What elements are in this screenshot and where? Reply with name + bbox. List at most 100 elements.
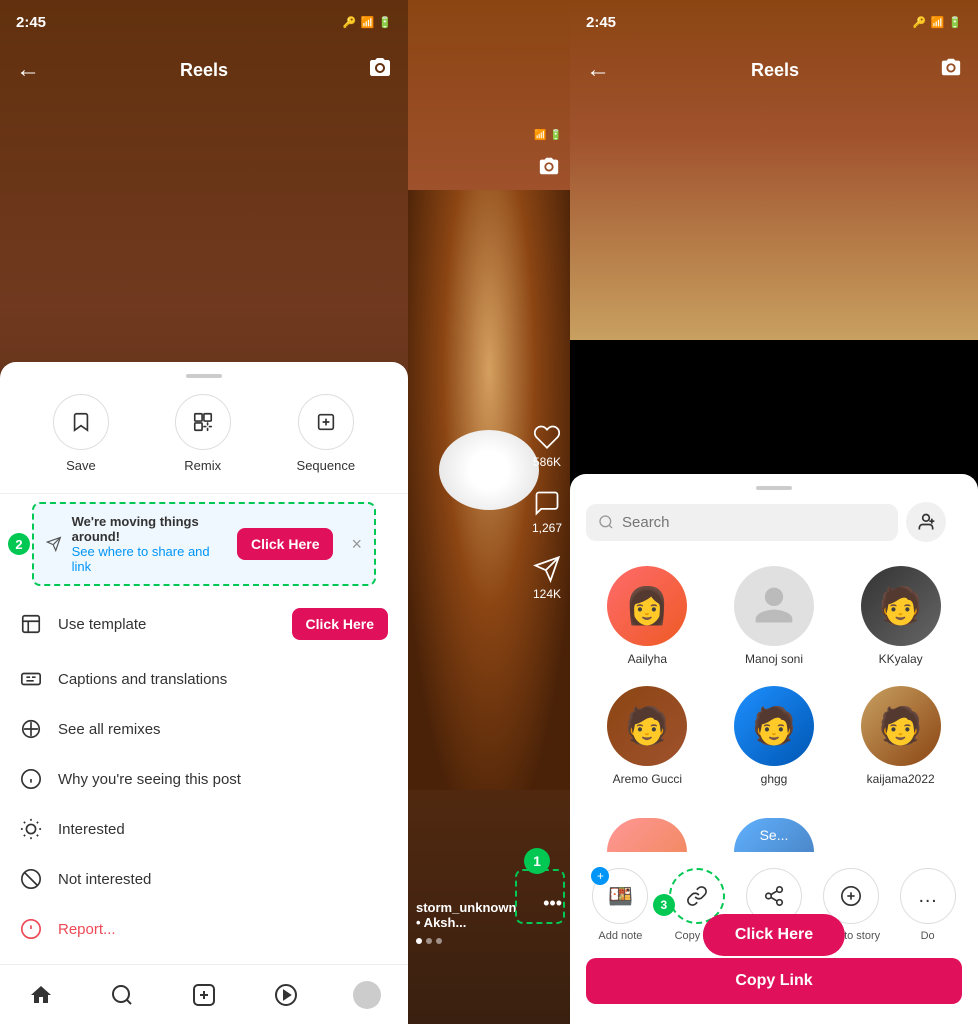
notification-close[interactable]: × xyxy=(351,534,362,555)
partial-person-3 xyxy=(839,810,962,860)
captions-icon xyxy=(20,668,42,690)
nav-profile[interactable] xyxy=(343,971,391,1019)
home-icon xyxy=(29,983,53,1007)
copy-link-section: Copy Link xyxy=(570,950,978,1024)
notification-banner: We're moving things around! See where to… xyxy=(32,502,376,586)
why-seeing-icon xyxy=(20,768,42,790)
add-note-btn-item[interactable]: + 🍱 Add note xyxy=(586,868,655,942)
search-bar[interactable] xyxy=(586,504,898,541)
notif-link[interactable]: See where to share and link xyxy=(72,544,210,574)
partial-person-1[interactable] xyxy=(586,810,709,860)
back-button-left[interactable]: ← xyxy=(16,56,40,84)
person-kkyalay[interactable]: 🧑 KKyalay xyxy=(839,558,962,674)
sequence-action[interactable]: Sequence xyxy=(297,394,356,473)
partial-text: Se... xyxy=(760,827,789,843)
not-interested-item[interactable]: Not interested xyxy=(0,854,408,904)
remix-action[interactable]: Remix xyxy=(175,394,231,473)
header-title-left: Reels xyxy=(180,60,228,81)
use-template-label: Use template xyxy=(58,616,146,633)
person-aremo-gucci[interactable]: 🧑 Aremo Gucci xyxy=(586,678,709,794)
person-ghgg[interactable]: 🧑 ghgg xyxy=(713,678,836,794)
back-button-right[interactable]: ← xyxy=(586,56,610,84)
camera-icon-right xyxy=(940,56,962,78)
sequence-label: Sequence xyxy=(297,458,356,473)
save-icon-circle xyxy=(53,394,109,450)
person-manoj-soni[interactable]: Manoj soni xyxy=(713,558,836,674)
nav-reels[interactable] xyxy=(262,971,310,1019)
person-name-kkyalay: KKyalay xyxy=(879,652,923,666)
dashed-overlay xyxy=(515,869,565,924)
share-move-icon xyxy=(46,535,62,553)
do-icon: … xyxy=(918,885,938,908)
add-person-button[interactable] xyxy=(906,502,946,542)
person-icon-kkyalay: 🧑 xyxy=(878,585,923,627)
interested-label: Interested xyxy=(58,821,125,838)
right-panel: 2:45 🔑📶🔋 ← Reels xyxy=(570,0,978,1024)
save-label: Save xyxy=(66,458,96,473)
do-btn-item[interactable]: … Do xyxy=(893,868,962,942)
share-action[interactable]: 124K xyxy=(533,555,561,601)
see-all-remixes-item[interactable]: See all remixes xyxy=(0,704,408,754)
add-icon xyxy=(192,983,216,1007)
person-aailyha[interactable]: 👩 Aailyha xyxy=(586,558,709,674)
search-icon xyxy=(110,983,134,1007)
sheet-handle xyxy=(186,374,222,378)
person-icon-kaijama: 🧑 xyxy=(878,705,923,747)
person-name-manoj: Manoj soni xyxy=(745,652,803,666)
add-person-icon xyxy=(916,512,936,532)
click-here-right-button[interactable]: Click Here xyxy=(703,914,845,956)
bottom-nav xyxy=(0,964,408,1024)
header-left: ← Reels xyxy=(0,44,408,96)
remixes-label: See all remixes xyxy=(58,721,161,738)
status-bar-left: 2:45 🔑📶🔋 xyxy=(0,0,408,44)
profile-avatar xyxy=(353,981,381,1009)
comment-count: 1,267 xyxy=(532,521,562,535)
nav-search[interactable] xyxy=(98,971,146,1019)
remix-icon-circle xyxy=(175,394,231,450)
comment-action[interactable]: 1,267 xyxy=(532,489,562,535)
camera-button-center[interactable] xyxy=(538,155,560,183)
use-template-icon xyxy=(20,613,42,635)
bottom-sheet-left: Save Remix xyxy=(0,362,408,1024)
interested-item[interactable]: Interested xyxy=(0,804,408,854)
add-note-icon: 🍱 xyxy=(608,884,633,909)
like-count: 586K xyxy=(533,455,561,469)
why-seeing-item[interactable]: Why you're seeing this post xyxy=(0,754,408,804)
add-note-circle: + 🍱 xyxy=(592,868,648,924)
add-note-plus-icon: + xyxy=(591,867,609,885)
reel-username: storm_unknown • Aksh... xyxy=(416,900,520,930)
click-here-button-left[interactable]: Click Here xyxy=(237,528,333,560)
person-kaijama2022[interactable]: 🧑 kaijama2022 xyxy=(839,678,962,794)
person-name-aailyha: Aailyha xyxy=(628,652,667,666)
captions-item[interactable]: Captions and translations xyxy=(0,654,408,704)
save-action[interactable]: Save xyxy=(53,394,109,473)
add-to-story-icon xyxy=(840,885,862,907)
side-actions: 586K 1,267 124K xyxy=(532,423,562,601)
person-icon-aremo: 🧑 xyxy=(625,705,670,747)
camera-icon-center xyxy=(538,155,560,177)
avatar-aremo: 🧑 xyxy=(607,686,687,766)
avatar-kkyalay: 🧑 xyxy=(861,566,941,646)
dot-2 xyxy=(426,938,432,944)
camera-button-left[interactable] xyxy=(368,55,392,85)
share-sheet-handle xyxy=(756,486,792,490)
status-icons-left: 🔑📶🔋 xyxy=(343,16,392,29)
nav-add[interactable] xyxy=(180,971,228,1019)
like-action[interactable]: 586K xyxy=(533,423,561,469)
partial-person-2[interactable]: Se... xyxy=(713,810,836,860)
person-icon-ghgg: 🧑 xyxy=(752,705,797,747)
person-icon-aailyha: 👩 xyxy=(625,585,670,627)
copy-link-main-button[interactable]: Copy Link xyxy=(586,958,962,1004)
use-template-click-here[interactable]: Click Here xyxy=(292,608,388,640)
status-time-left: 2:45 xyxy=(16,14,46,31)
camera-button-right[interactable] xyxy=(940,56,962,84)
do-circle: … xyxy=(900,868,956,924)
share-count: 124K xyxy=(533,587,561,601)
nav-home[interactable] xyxy=(17,971,65,1019)
share-icon xyxy=(763,885,785,907)
sequence-icon xyxy=(315,411,337,433)
report-item[interactable]: Report... xyxy=(0,904,408,954)
heart-icon xyxy=(533,423,561,451)
use-template-item[interactable]: Use template Click Here xyxy=(0,594,408,654)
search-input[interactable] xyxy=(622,514,886,531)
